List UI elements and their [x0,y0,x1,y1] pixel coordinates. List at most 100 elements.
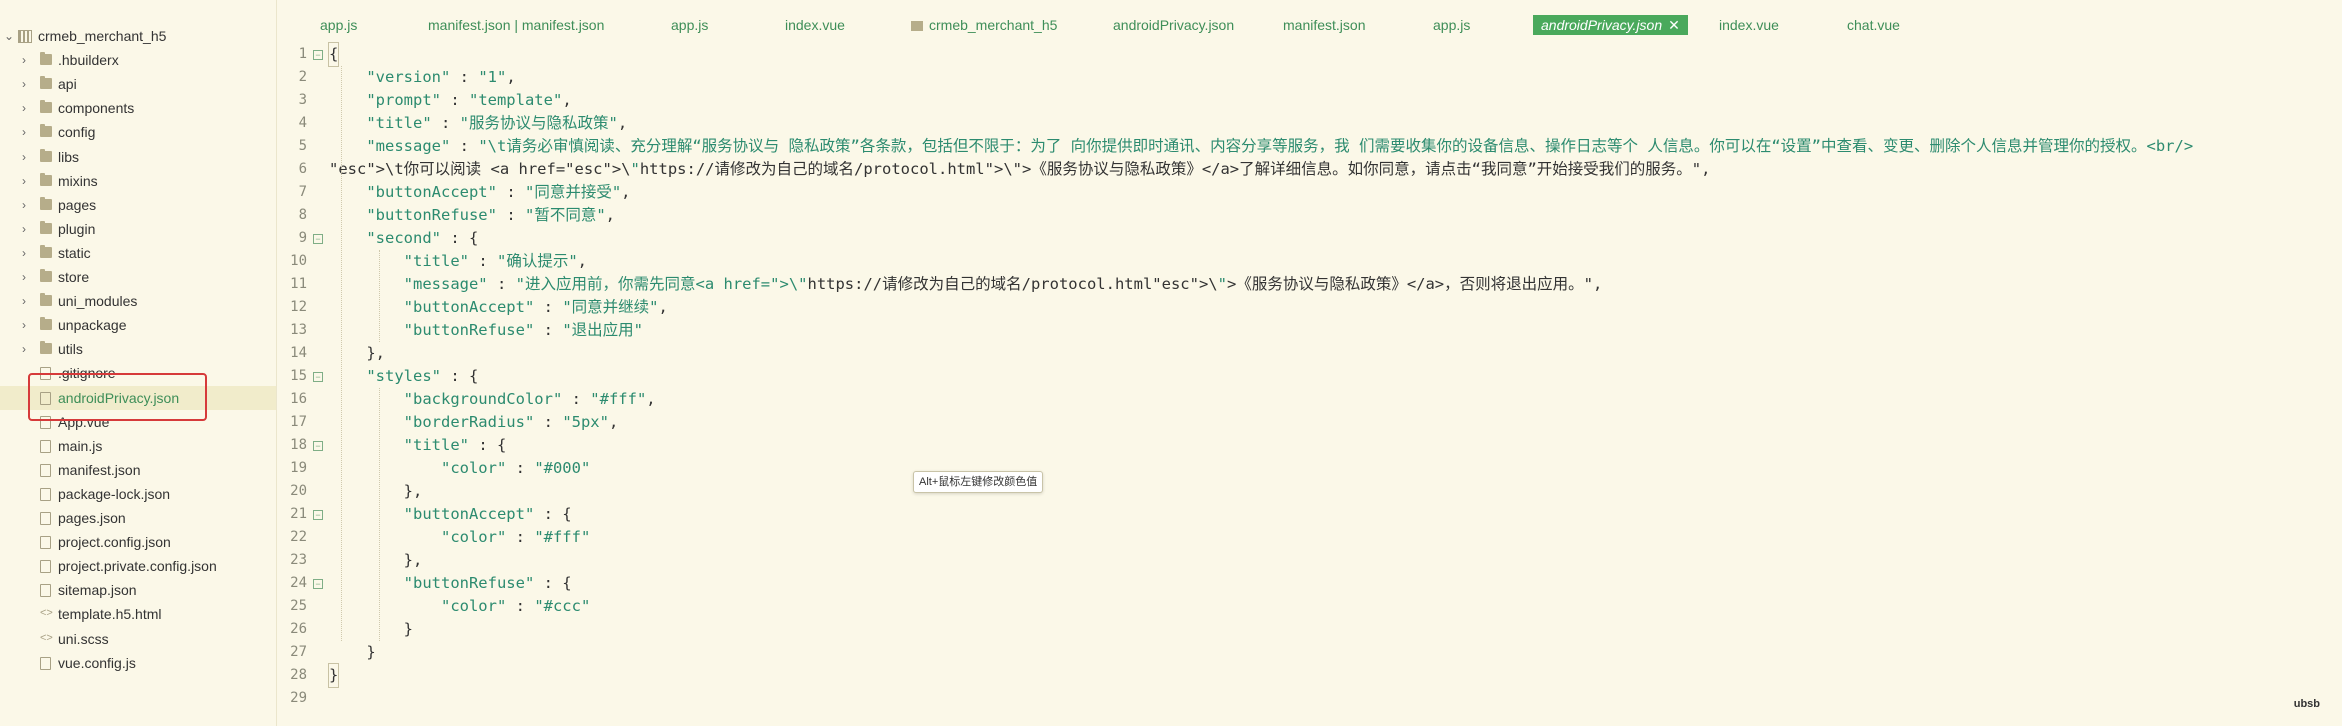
code-line[interactable]: } [329,641,375,664]
tree-item-uni-modules[interactable]: › uni_modules [0,289,276,313]
line-number: 24 [290,575,307,591]
json-file-icon [40,463,51,477]
code-line[interactable]: "buttonRefuse" : "暂不同意", [329,204,615,227]
code-line[interactable]: "buttonRefuse" : "退出应用" [329,319,643,342]
close-icon[interactable]: ✕ [1668,17,1680,33]
chevron-right-icon[interactable]: › [22,48,26,72]
chevron-right-icon[interactable]: › [22,169,26,193]
code-line[interactable]: "version" : "1", [329,66,515,89]
code-line[interactable]: }, [329,549,423,572]
fold-toggle-icon[interactable]: − [313,510,323,520]
chevron-right-icon[interactable]: › [22,217,26,241]
tab-label: app.js [1433,17,1471,33]
code-line[interactable]: "second" : { [329,227,478,250]
tab-label: chat.vue [1847,17,1900,33]
tree-item-mixins[interactable]: › mixins [0,169,276,193]
code-line[interactable]: "message" : "进入应用前，你需先同意<a href=">\"http… [329,273,1603,296]
chevron-right-icon[interactable]: › [22,289,26,313]
tree-item-store[interactable]: › store [0,265,276,289]
tab-app-js[interactable]: app.js [1425,15,1478,35]
chevron-down-icon[interactable]: ⌄ [4,24,14,48]
tree-item-main-js[interactable]: main.js [0,434,276,458]
tab-app-js[interactable]: app.js [663,15,716,35]
code-line[interactable]: "buttonAccept" : { [329,503,572,526]
tree-item-pages[interactable]: › pages [0,193,276,217]
tree-item-plugin[interactable]: › plugin [0,217,276,241]
json-file-icon [40,487,51,501]
tree-item-unpackage[interactable]: › unpackage [0,313,276,337]
chevron-right-icon[interactable]: › [22,72,26,96]
tree-item-sitemap-json[interactable]: sitemap.json [0,578,276,602]
code-file-icon: <> [40,607,53,620]
code-line[interactable]: }, [329,342,385,365]
line-number: 23 [290,552,307,568]
code-line[interactable]: "color" : "#fff" [329,526,590,549]
tree-item-libs[interactable]: › libs [0,145,276,169]
fold-toggle-icon[interactable]: − [313,441,323,451]
file-explorer: ⌄ crmeb_merchant_h5 › .hbuilderx › api › comp… [0,0,277,726]
tree-item-project-config-json[interactable]: project.config.json [0,530,276,554]
code-line[interactable]: { [327,42,340,67]
tree-item-package-lock-json[interactable]: package-lock.json [0,482,276,506]
code-line[interactable]: "color" : "#000" [329,457,590,480]
code-line[interactable]: "title" : { [329,434,507,457]
code-line[interactable]: "styles" : { [329,365,478,388]
code-line[interactable]: "message" : "\t请务必审慎阅读、充分理解“服务协议与 隐私政策”各… [329,135,2193,158]
tree-item-config[interactable]: › config [0,120,276,144]
code-line[interactable]: "backgroundColor" : "#fff", [329,388,656,411]
chevron-right-icon[interactable]: › [22,96,26,120]
tree-item-template-h5-html[interactable]: <> template.h5.html [0,602,276,626]
code-line[interactable]: "buttonRefuse" : { [329,572,572,595]
code-editor[interactable]: 1−2 3 4 5 6 7 8 9−10 11 12 13 14 15−16 17 18−19 20 21−22… [277,42,2342,726]
line-number: 3 [298,92,307,108]
tree-item-project-private-config-json[interactable]: project.private.config.json [0,554,276,578]
line-number: 9 [298,230,307,246]
code-line[interactable]: "prompt" : "template", [329,89,571,112]
tab-manifest-json[interactable]: manifest.json [1275,15,1373,35]
tree-item-components[interactable]: › components [0,96,276,120]
chevron-right-icon[interactable]: › [22,241,26,265]
code-line[interactable]: "buttonAccept" : "同意并接受", [329,181,630,204]
tree-item-vue-config-js[interactable]: vue.config.js [0,651,276,675]
chevron-right-icon[interactable]: › [22,313,26,337]
code-line[interactable]: "color" : "#ccc" [329,595,590,618]
fold-toggle-icon[interactable]: − [313,50,323,60]
code-line[interactable]: "title" : "服务协议与隐私政策", [329,112,627,135]
editor-tab-bar: app.js manifest.json | manifest.json app.j… [277,0,2342,49]
code-line[interactable]: }, [329,480,423,503]
folder-icon [40,148,52,162]
tab-manifest-json-manifest-json[interactable]: manifest.json | manifest.json [420,15,612,35]
chevron-right-icon[interactable]: › [22,193,26,217]
code-line[interactable]: "borderRadius" : "5px", [329,411,619,434]
chevron-right-icon[interactable]: › [22,337,26,361]
code-line[interactable]: "esc">\t你可以阅读 <a href="esc">\"https://请修… [329,158,1710,181]
tree-item-pages-json[interactable]: pages.json [0,506,276,530]
chevron-right-icon[interactable]: › [22,265,26,289]
chevron-right-icon[interactable]: › [22,120,26,144]
tree-item-hbuilderx[interactable]: › .hbuilderx [0,48,276,72]
tab-androidprivacy-json[interactable]: androidPrivacy.json [1105,15,1242,35]
tab-chat-vue[interactable]: chat.vue [1839,15,1908,35]
tab-app-js[interactable]: app.js [312,15,365,35]
tree-item-uni-scss[interactable]: <> uni.scss [0,627,276,651]
chevron-right-icon[interactable]: › [22,145,26,169]
tree-item-static[interactable]: › static [0,241,276,265]
highlight-box [28,373,207,421]
tree-item-api[interactable]: › api [0,72,276,96]
tree-item-utils[interactable]: › utils [0,337,276,361]
line-number: 25 [290,598,307,614]
tab-index-vue[interactable]: index.vue [1711,15,1787,35]
line-number: 2 [298,69,307,85]
code-line[interactable]: } [327,663,340,688]
fold-toggle-icon[interactable]: − [313,234,323,244]
tab-crmeb-merchant-h5[interactable]: crmeb_merchant_h5 [903,15,1065,35]
tree-root-project[interactable]: ⌄ crmeb_merchant_h5 [0,24,276,48]
color-hint-tooltip: Alt+鼠标左键修改颜色值 [913,471,1044,493]
tab-index-vue[interactable]: index.vue [777,15,853,35]
fold-toggle-icon[interactable]: − [313,372,323,382]
code-line[interactable]: "title" : "确认提示", [329,250,587,273]
fold-toggle-icon[interactable]: − [313,579,323,589]
tab-androidprivacy-json[interactable]: androidPrivacy.json ✕ [1533,15,1688,35]
tree-item-label: pages [58,196,97,213]
tree-item-manifest-json[interactable]: manifest.json [0,458,276,482]
